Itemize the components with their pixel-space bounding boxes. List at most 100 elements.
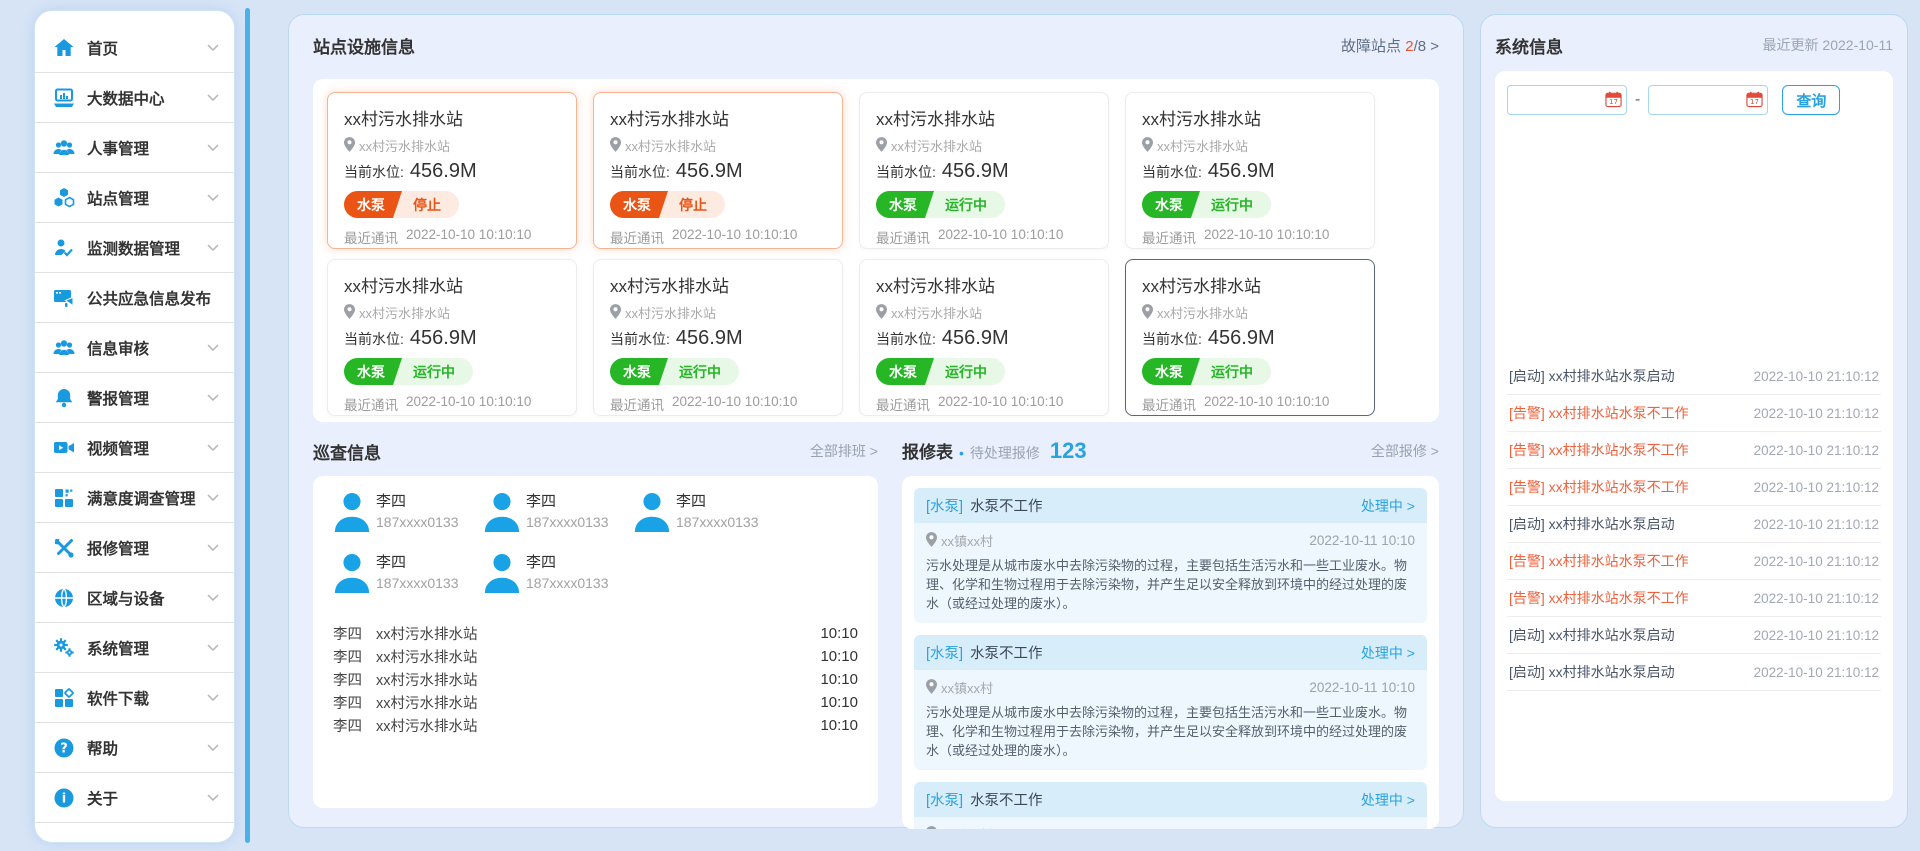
last-communication: 最近通讯 2022-10-10 10:10:10 — [610, 227, 826, 247]
chevron-down-icon — [207, 444, 220, 451]
station-card[interactable]: xx村污水排水站 xx村污水排水站 当前水位: 456.9M 水泵 运行中 — [1125, 259, 1375, 416]
inspection-record-row: 李四 xx村污水排水站 10:10 — [333, 668, 858, 691]
fault-stations-link[interactable]: 故障站点 2/8 > — [1341, 35, 1439, 56]
calendar-icon[interactable]: 17 — [1746, 91, 1763, 108]
last-communication: 最近通讯 2022-10-10 10:10:10 — [1142, 227, 1358, 247]
log-tag: [启动] — [1509, 516, 1545, 532]
last-communication: 最近通讯 2022-10-10 10:10:10 — [1142, 394, 1358, 414]
station-card[interactable]: xx村污水排水站 xx村污水排水站 当前水位: 456.9M 水泵 运行中 — [593, 259, 843, 416]
system-icon — [51, 635, 77, 661]
water-level: 当前水位: 456.9M — [876, 160, 1092, 183]
chevron-down-icon — [207, 194, 220, 201]
station-card-location: xx村污水排水站 — [1142, 136, 1358, 155]
person-icon — [483, 553, 521, 598]
repair-item-head: [水泵] 水泵不工作 处理中 > — [914, 635, 1427, 670]
last-communication: 最近通讯 2022-10-10 10:10:10 — [344, 394, 560, 414]
station-card-location: xx村污水排水站 — [610, 303, 826, 322]
station-card[interactable]: xx村污水排水站 xx村污水排水站 当前水位: 456.9M 水泵 停止 — [593, 92, 843, 249]
record-station: xx村污水排水站 — [376, 669, 820, 690]
repair-panel: [水泵] 水泵不工作 处理中 > xx镇xx村 2022 — [902, 476, 1439, 829]
record-time: 10:10 — [820, 717, 858, 734]
sidebar-item-label: 首页 — [87, 37, 207, 59]
sidebar-item[interactable]: 警报管理 — [35, 373, 234, 423]
log-time: 2022-10-10 21:10:12 — [1754, 406, 1879, 421]
pump-status: 运行中 — [1200, 191, 1271, 218]
sidebar-item[interactable]: 站点管理 — [35, 173, 234, 223]
main-dashboard: 站点设施信息 故障站点 2/8 > xx村污水排水站 xx村污水排水站 当前水位… — [288, 14, 1464, 828]
station-cards-panel: xx村污水排水站 xx村污水排水站 当前水位: 456.9M 水泵 停止 — [313, 79, 1439, 422]
system-log-list: [启动] xx村排水站水泵启动 2022-10-10 21:10:12 [告警]… — [1507, 358, 1881, 691]
sidebar-item[interactable]: 首页 — [35, 23, 234, 73]
all-repairs-link[interactable]: 全部报修 > — [1371, 441, 1439, 461]
log-text: xx村排水站水泵启动 — [1549, 627, 1675, 643]
sidebar-item-label: 监测数据管理 — [87, 237, 207, 259]
pump-label: 水泵 — [1142, 358, 1200, 385]
sidebar-item[interactable]: 大数据中心 — [35, 73, 234, 123]
repair-status-link[interactable]: 处理中 > — [1361, 790, 1415, 810]
repair-description: 污水处理是从城市废水中去除污染物的过程，主要包括生活污水和一些工业废水。物理、化… — [926, 556, 1415, 613]
all-schedules-link[interactable]: 全部排班 > — [810, 441, 878, 461]
record-time: 10:10 — [820, 648, 858, 665]
station-card[interactable]: xx村污水排水站 xx村污水排水站 当前水位: 456.9M 水泵 运行中 — [1125, 92, 1375, 249]
sidebar-item[interactable]: 信息审核 — [35, 323, 234, 373]
repair-status-link[interactable]: 处理中 > — [1361, 643, 1415, 663]
station-card[interactable]: xx村污水排水站 xx村污水排水站 当前水位: 456.9M 水泵 运行中 — [327, 259, 577, 416]
inspector-card: 李四 187xxxx0133 — [483, 492, 633, 537]
sidebar-item[interactable]: 监测数据管理 — [35, 223, 234, 273]
log-time: 2022-10-10 21:10:12 — [1754, 591, 1879, 606]
sidebar-item[interactable]: 人事管理 — [35, 123, 234, 173]
repair-item-body: xx镇xx村 2022-10-11 10:10 污水处理是从城市废水中去除污染物… — [914, 670, 1427, 770]
pump-label: 水泵 — [610, 191, 668, 218]
sidebar-item[interactable]: 满意度调查管理 — [35, 473, 234, 523]
repair-status-link[interactable]: 处理中 > — [1361, 496, 1415, 516]
station-card[interactable]: xx村污水排水站 xx村污水排水站 当前水位: 456.9M 水泵 停止 — [327, 92, 577, 249]
location-pin-icon — [610, 304, 621, 322]
station-card[interactable]: xx村污水排水站 xx村污水排水站 当前水位: 456.9M 水泵 运行中 — [859, 259, 1109, 416]
sidebar-item-label: 区域与设备 — [87, 587, 207, 609]
system-log-row: [告警] xx村排水站水泵不工作 2022-10-10 21:10:12 — [1507, 469, 1881, 506]
repair-time: 2022-10-11 10:10 — [1309, 680, 1415, 695]
location-pin-icon — [876, 304, 887, 322]
pump-label: 水泵 — [876, 358, 934, 385]
location-pin-icon — [926, 532, 937, 550]
log-text: xx村排水站水泵不工作 — [1549, 479, 1689, 495]
sidebar-item[interactable]: i 关于 — [35, 773, 234, 823]
inspection-record-row: 李四 xx村污水排水站 10:10 — [333, 645, 858, 668]
pump-label: 水泵 — [610, 358, 668, 385]
people-icon — [51, 135, 77, 161]
repair-icon — [51, 535, 77, 561]
repair-item-body: xx镇xx村 2022-10-11 10:10 污水处理是从城市废水中去除污染物… — [914, 817, 1427, 829]
sidebar-item[interactable]: 公共应急信息发布 — [35, 273, 234, 323]
water-level-value: 456.9M — [410, 327, 477, 350]
station-card[interactable]: xx村污水排水站 xx村污水排水站 当前水位: 456.9M 水泵 运行中 — [859, 92, 1109, 249]
inspection-panel: 李四 187xxxx0133 李四 187xxxx0133 — [313, 476, 878, 808]
pump-status-badge: 水泵 运行中 — [1142, 358, 1271, 385]
calendar-icon[interactable]: 17 — [1605, 91, 1622, 108]
location-pin-icon — [610, 137, 621, 155]
log-text: xx村排水站水泵不工作 — [1549, 590, 1689, 606]
sidebar-item[interactable]: 区域与设备 — [35, 573, 234, 623]
sidebar-item[interactable]: 系统管理 — [35, 623, 234, 673]
sidebar-item[interactable]: 报修管理 — [35, 523, 234, 573]
sidebar-item[interactable]: ? 帮助 — [35, 723, 234, 773]
pump-label: 水泵 — [344, 191, 402, 218]
fault-total: /8 > — [1414, 38, 1439, 55]
query-button[interactable]: 查询 — [1782, 85, 1840, 115]
record-station: xx村污水排水站 — [376, 623, 820, 644]
location-pin-icon — [926, 679, 937, 697]
sidebar-item[interactable]: 软件下载 — [35, 673, 234, 723]
chevron-down-icon — [207, 644, 220, 651]
sidebar-item-label: 关于 — [87, 787, 207, 809]
station-card-location: xx村污水排水站 — [1142, 303, 1358, 322]
inspector-phone: 187xxxx0133 — [376, 512, 459, 532]
chevron-down-icon — [207, 144, 220, 151]
repair-location: xx镇xx村 — [926, 678, 993, 697]
svg-text:i: i — [62, 791, 66, 806]
sidebar-item[interactable]: 视频管理 — [35, 423, 234, 473]
pump-status-badge: 水泵 运行中 — [344, 358, 473, 385]
pump-status-badge: 水泵 停止 — [344, 191, 459, 218]
date-range-separator: - — [1635, 91, 1640, 109]
pump-status-badge: 水泵 运行中 — [1142, 191, 1271, 218]
chevron-down-icon — [207, 394, 220, 401]
inspector-name: 李四 — [526, 492, 609, 512]
